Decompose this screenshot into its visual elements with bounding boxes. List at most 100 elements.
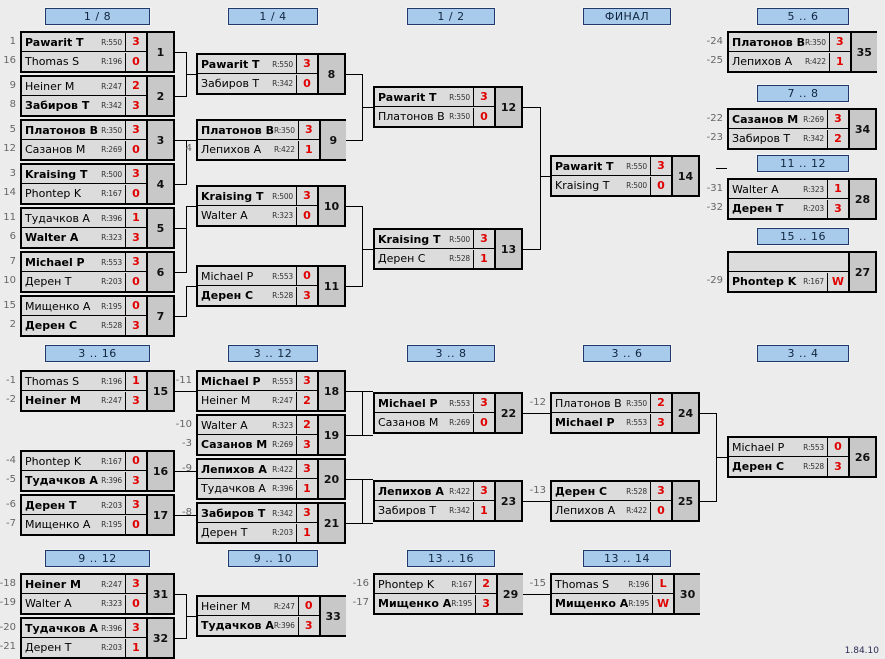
match-player-row[interactable]: Дерен С R:528 3 — [198, 286, 317, 305]
match-player-row[interactable]: Забиров Т R:342 1 — [375, 501, 494, 520]
match-player-row[interactable]: Мищенко А R:195 0 — [22, 515, 146, 534]
match-box[interactable]: Лепихов А R:422 3 Тудачков А R:396 1 20 — [196, 458, 346, 500]
match-player-row[interactable]: Thomas S R:196 L — [552, 575, 674, 594]
match-player-row[interactable]: Phontep K R:167 2 — [375, 575, 497, 594]
match-player-row[interactable]: Дерен С R:528 3 — [552, 482, 671, 501]
match-player-row[interactable]: Дерен Т R:203 3 — [729, 199, 848, 218]
match-player-row[interactable]: Дерен Т R:203 3 — [22, 496, 146, 515]
match-player-row[interactable]: Walter A R:323 0 — [198, 206, 317, 225]
match-box[interactable]: Pawarit T R:550 3 Платонов В R:350 0 12 — [373, 86, 523, 128]
match-box[interactable]: Kraising T R:500 3 Phontep K R:167 0 4 — [20, 163, 175, 205]
match-player-row[interactable]: Kraising T R:500 3 — [198, 187, 317, 206]
round-header[interactable]: 3 .. 6 — [582, 344, 672, 363]
match-player-row[interactable]: Michael P R:553 3 — [552, 413, 671, 432]
match-box[interactable]: Pawarit T R:550 3 Забиров Т R:342 0 8 — [196, 53, 346, 95]
match-box[interactable]: Heiner M R:247 0 Тудачков А R:396 3 33 — [196, 595, 346, 637]
match-box[interactable]: Thomas S R:196 1 Heiner M R:247 3 15 — [20, 370, 175, 412]
match-box[interactable]: Michael P R:553 0 Дерен С R:528 3 26 — [727, 436, 877, 478]
match-player-row[interactable]: Мищенко А R:195 0 — [22, 297, 146, 316]
match-player-row[interactable]: Kraising T R:500 0 — [552, 176, 671, 195]
match-player-row[interactable]: Дерен Т R:203 1 — [22, 638, 146, 657]
round-header[interactable]: 7 .. 8 — [756, 84, 850, 103]
match-box[interactable]: Платонов В R:350 2 Michael P R:553 3 24 — [550, 392, 700, 434]
match-player-row[interactable]: Heiner M R:247 3 — [22, 391, 146, 410]
match-player-row[interactable]: Платонов В R:350 3 — [22, 121, 146, 140]
match-player-row[interactable]: Тудачков А R:396 1 — [198, 479, 317, 498]
match-box[interactable]: Michael P R:553 3 Heiner M R:247 2 18 — [196, 370, 346, 412]
match-box[interactable]: Walter A R:323 1 Дерен Т R:203 3 28 — [727, 178, 877, 220]
round-header[interactable]: 3 .. 12 — [227, 344, 319, 363]
match-player-row[interactable]: Pawarit T R:550 3 — [22, 33, 146, 52]
round-header[interactable]: 3 .. 4 — [756, 344, 850, 363]
match-box[interactable]: Платонов В R:350 3 Лепихов А R:422 1 35 — [727, 31, 877, 73]
round-header[interactable]: 9 .. 12 — [44, 549, 151, 568]
match-player-row[interactable]: Michael P R:553 3 — [22, 253, 146, 272]
match-player-row[interactable]: Kraising T R:500 3 — [375, 230, 494, 249]
match-player-row[interactable]: Walter A R:323 1 — [729, 180, 848, 199]
match-box[interactable]: Платонов В R:350 3 Лепихов А R:422 1 9 — [196, 119, 346, 161]
match-player-row[interactable] — [729, 253, 848, 272]
match-box[interactable]: Heiner M R:247 2 Забиров Т R:342 3 2 — [20, 75, 175, 117]
match-player-row[interactable]: Лепихов А R:422 3 — [375, 482, 494, 501]
match-player-row[interactable]: Phontep K R:167 W — [729, 272, 848, 291]
match-player-row[interactable]: Pawarit T R:550 3 — [198, 55, 317, 74]
match-box[interactable]: Phontep K R:167 0 Тудачков А R:396 3 16 — [20, 450, 175, 492]
round-header[interactable]: 13 .. 14 — [582, 549, 672, 568]
match-box[interactable]: Walter A R:323 2 Сазанов М R:269 3 19 — [196, 414, 346, 456]
match-player-row[interactable]: Забиров Т R:342 0 — [198, 74, 317, 93]
match-box[interactable]: Michael P R:553 3 Дерен Т R:203 0 6 — [20, 251, 175, 293]
match-box[interactable]: Michael P R:553 3 Сазанов М R:269 0 22 — [373, 392, 523, 434]
match-player-row[interactable]: Kraising T R:500 3 — [22, 165, 146, 184]
match-box[interactable]: Дерен С R:528 3 Лепихов А R:422 0 25 — [550, 480, 700, 522]
match-box[interactable]: Тудачков А R:396 1 Walter A R:323 3 5 — [20, 207, 175, 249]
match-box[interactable]: Pawarit T R:550 3 Thomas S R:196 0 1 — [20, 31, 175, 73]
match-player-row[interactable]: Сазанов М R:269 0 — [22, 140, 146, 159]
match-player-row[interactable]: Тудачков А R:396 3 — [22, 619, 146, 638]
match-player-row[interactable]: Дерен Т R:203 1 — [198, 523, 317, 542]
round-header[interactable]: 5 .. 6 — [756, 7, 850, 26]
round-header[interactable]: 1 / 8 — [44, 7, 151, 26]
match-box[interactable]: Сазанов М R:269 3 Забиров Т R:342 2 34 — [727, 108, 877, 150]
match-box[interactable]: Phontep K R:167 2 Мищенко А R:195 3 29 — [373, 573, 524, 615]
match-box[interactable]: Забиров Т R:342 3 Дерен Т R:203 1 21 — [196, 502, 346, 544]
round-header[interactable]: 1 / 2 — [406, 7, 496, 26]
match-player-row[interactable]: Phontep K R:167 0 — [22, 184, 146, 203]
match-player-row[interactable]: Walter A R:323 0 — [22, 594, 146, 613]
match-player-row[interactable]: Walter A R:323 3 — [22, 228, 146, 247]
match-box[interactable]: Kraising T R:500 3 Walter A R:323 0 10 — [196, 185, 346, 227]
match-box[interactable]: Thomas S R:196 L Мищенко А R:195 W 30 — [550, 573, 701, 615]
match-player-row[interactable]: Michael P R:553 0 — [729, 438, 848, 457]
match-player-row[interactable]: Лепихов А R:422 1 — [198, 140, 319, 159]
match-box[interactable]: Kraising T R:500 3 Дерен С R:528 1 13 — [373, 228, 523, 270]
match-player-row[interactable]: Платонов В R:350 3 — [729, 33, 850, 52]
match-player-row[interactable]: Забиров Т R:342 2 — [729, 129, 848, 148]
match-player-row[interactable]: Лепихов А R:422 3 — [198, 460, 317, 479]
match-box[interactable]: Мищенко А R:195 0 Дерен С R:528 3 7 — [20, 295, 175, 337]
match-player-row[interactable]: Лепихов А R:422 0 — [552, 501, 671, 520]
match-player-row[interactable]: Phontep K R:167 0 — [22, 452, 146, 471]
round-header[interactable]: 13 .. 16 — [406, 549, 496, 568]
match-player-row[interactable]: Мищенко А R:195 W — [552, 594, 674, 613]
match-player-row[interactable]: Платонов В R:350 0 — [375, 107, 494, 126]
round-header[interactable]: 11 .. 12 — [756, 154, 850, 173]
round-header[interactable]: 3 .. 8 — [406, 344, 496, 363]
match-player-row[interactable]: Забиров Т R:342 3 — [22, 96, 146, 115]
match-player-row[interactable]: Heiner M R:247 0 — [198, 597, 319, 616]
match-player-row[interactable]: Забиров Т R:342 3 — [198, 504, 317, 523]
match-player-row[interactable]: Heiner M R:247 2 — [22, 77, 146, 96]
round-header[interactable]: 3 .. 16 — [44, 344, 151, 363]
match-player-row[interactable]: Тудачков А R:396 1 — [22, 209, 146, 228]
match-player-row[interactable]: Michael P R:553 3 — [198, 372, 317, 391]
match-player-row[interactable]: Сазанов М R:269 0 — [375, 413, 494, 432]
match-box[interactable]: Pawarit T R:550 3 Kraising T R:500 0 14 — [550, 155, 700, 197]
match-player-row[interactable]: Платонов В R:350 3 — [198, 121, 319, 140]
match-player-row[interactable]: Heiner M R:247 2 — [198, 391, 317, 410]
match-player-row[interactable]: Heiner M R:247 3 — [22, 575, 146, 594]
match-box[interactable]: Платонов В R:350 3 Сазанов М R:269 0 3 — [20, 119, 175, 161]
match-box[interactable]: Phontep K R:167 W 27 — [727, 251, 877, 293]
match-box[interactable]: Heiner M R:247 3 Walter A R:323 0 31 — [20, 573, 175, 615]
match-player-row[interactable]: Дерен С R:528 1 — [375, 249, 494, 268]
match-player-row[interactable]: Тудачков А R:396 3 — [22, 471, 146, 490]
match-player-row[interactable]: Pawarit T R:550 3 — [552, 157, 671, 176]
match-player-row[interactable]: Michael P R:553 3 — [375, 394, 494, 413]
